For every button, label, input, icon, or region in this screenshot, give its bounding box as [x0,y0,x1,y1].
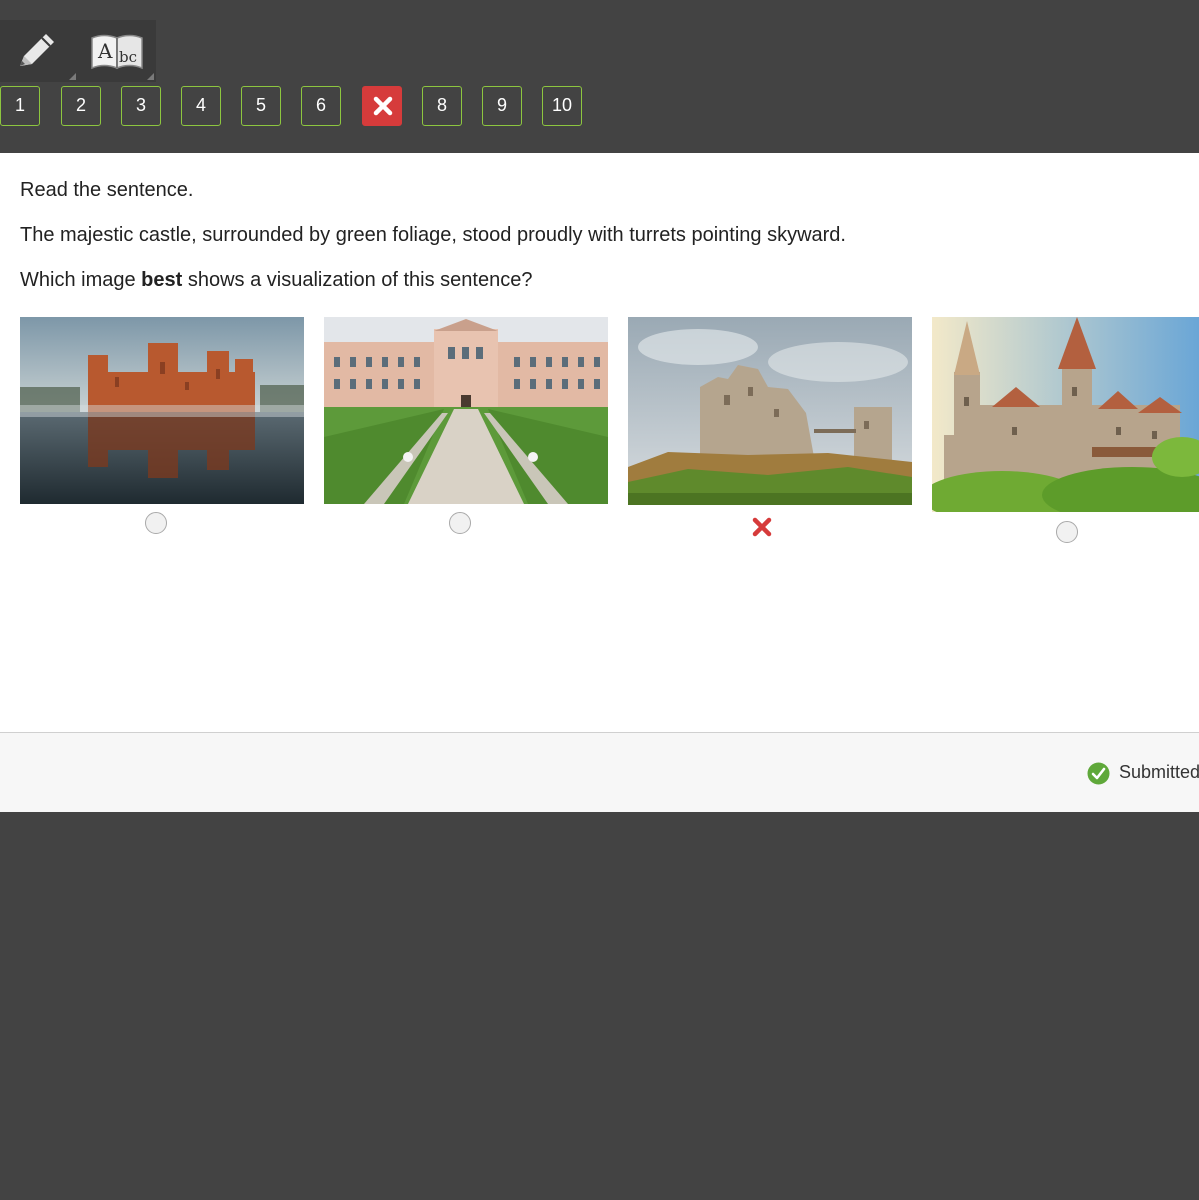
tool-toolbar: A bc [0,20,156,82]
dictionary-icon: A bc [91,34,143,70]
prompt-emphasis: best [141,269,183,291]
status-footer: Submitted [0,732,1199,812]
question-nav-4[interactable]: 4 [181,86,221,126]
question-nav-1[interactable]: 1 [0,86,40,126]
castle-on-lake-image[interactable] [20,317,304,504]
question-nav-3[interactable]: 3 [121,86,161,126]
pencil-tool-button[interactable] [0,20,78,82]
castle-with-turrets-image[interactable] [932,317,1199,512]
instruction-text: Read the sentence. [20,179,194,201]
sentence-text: The majestic castle, surrounded by green… [20,224,846,246]
question-nav-9[interactable]: 9 [482,86,522,126]
question-nav-8[interactable]: 8 [422,86,462,126]
choice-1-radio[interactable] [145,512,167,534]
tool-menu-corner-icon [147,73,154,80]
checkmark-circle-icon [1087,762,1110,785]
dictionary-glyph-a: A [97,39,113,63]
castle-ruins-image[interactable] [628,317,912,505]
question-nav-6[interactable]: 6 [301,86,341,126]
prompt-text-end: shows a visualization of this sentence? [182,269,533,291]
palace-garden-image[interactable] [324,317,608,504]
choice-4-radio[interactable] [1056,521,1078,543]
dictionary-glyph-bc: bc [119,48,137,66]
question-nav-5[interactable]: 5 [241,86,281,126]
question-panel: Read the sentence. The majestic castle, … [0,153,1199,732]
incorrect-x-icon [752,517,772,537]
question-nav-7-incorrect[interactable] [362,86,402,126]
tool-menu-corner-icon [69,73,76,80]
pencil-icon [20,34,54,66]
prompt-text-start: Which image [20,269,142,291]
question-navigation: 1 2 3 4 5 6 8 9 10 [0,86,600,126]
dictionary-tool-button[interactable]: A bc [78,20,156,82]
status-label: Submitted [1119,762,1199,782]
x-icon [373,96,393,116]
choice-2-radio[interactable] [449,512,471,534]
question-prompt: Which image best shows a visualization o… [20,269,532,292]
question-nav-2[interactable]: 2 [61,86,101,126]
question-nav-10[interactable]: 10 [542,86,582,126]
